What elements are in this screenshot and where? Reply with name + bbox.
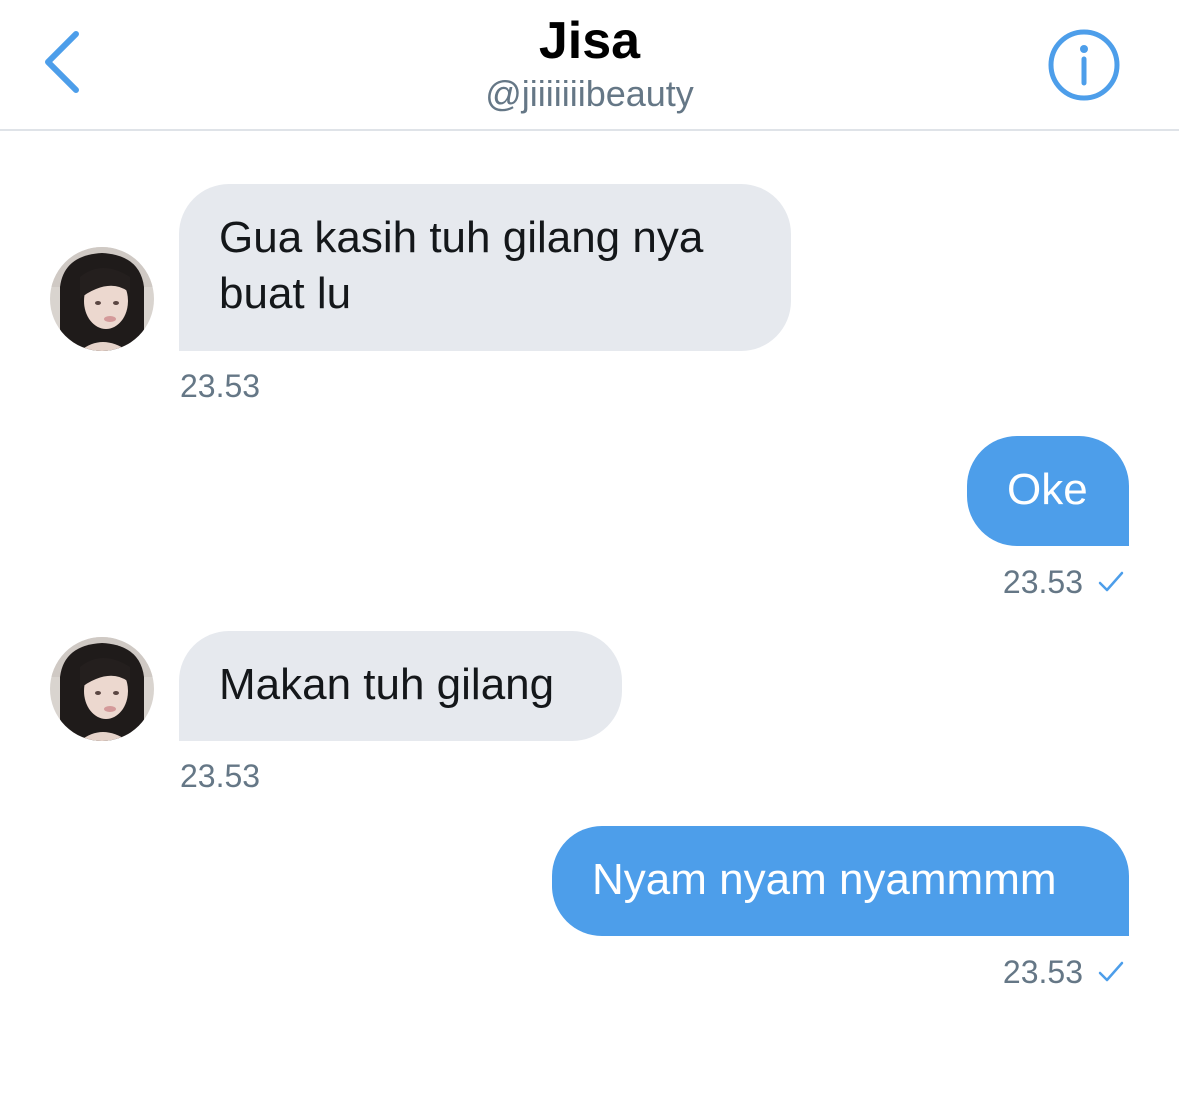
message-bubble-incoming[interactable]: Makan tuh gilang: [179, 631, 622, 741]
checkmark-icon: [1098, 961, 1124, 982]
conversation-header: Jisa @jiiiiiiibeauty: [0, 0, 1179, 131]
message-meta: 23.53: [1003, 562, 1125, 602]
conversation-handle[interactable]: @jiiiiiiibeauty: [0, 72, 1179, 116]
avatar[interactable]: [50, 637, 154, 741]
message-meta: 23.53: [1003, 952, 1125, 992]
message-timestamp: 23.53: [180, 758, 261, 794]
conversation-title[interactable]: Jisa: [0, 10, 1179, 72]
message-timestamp: 23.53: [1002, 954, 1083, 990]
info-button[interactable]: [1046, 27, 1122, 103]
message-text: Makan tuh gilang: [219, 660, 555, 709]
message-bubble-outgoing[interactable]: Oke: [967, 436, 1129, 546]
message-timestamp: 23.53: [1002, 564, 1083, 600]
message-text: Oke: [1007, 465, 1088, 514]
message-bubble-incoming[interactable]: Gua kasih tuh gilang nya buat lu: [179, 184, 791, 351]
message-text: Nyam nyam nyammmm: [592, 855, 1057, 904]
checkmark-icon: [1098, 571, 1124, 592]
avatar[interactable]: [50, 247, 154, 351]
message-bubble-outgoing[interactable]: Nyam nyam nyammmm: [552, 826, 1129, 936]
info-icon: [1048, 29, 1120, 101]
message-text: Gua kasih tuh gilang nya buat lu: [219, 213, 704, 318]
message-timestamp: 23.53: [180, 368, 261, 404]
